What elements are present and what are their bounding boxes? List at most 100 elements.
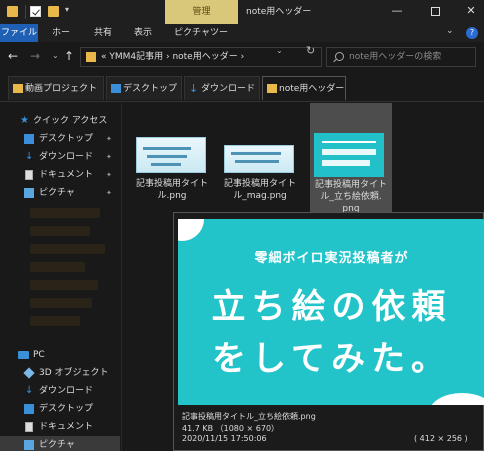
address-bar[interactable]: « YMM4記事用 › note用ヘッダー › bbox=[80, 47, 322, 67]
refresh-icon[interactable]: ↻ bbox=[306, 44, 315, 57]
sidebar-item-pictures[interactable]: ピクチャ ✦ bbox=[0, 184, 120, 202]
recent-locations-icon[interactable]: ⌄ bbox=[52, 51, 59, 60]
preview-date: 2020/11/15 17:50:06 bbox=[182, 434, 267, 443]
blurred-folder-item[interactable] bbox=[30, 280, 98, 290]
sidebar-item-pc[interactable]: PC bbox=[0, 346, 120, 364]
folder-tab-bar: 動画プロジェクト デスクトップ ↓ ダウンロード note用ヘッダー bbox=[0, 72, 484, 102]
expand-ribbon-icon[interactable]: ⌄ bbox=[446, 26, 454, 36]
file-name: 記事投稿用タイト ル_mag.png bbox=[223, 179, 296, 201]
thumbnail-text bbox=[143, 147, 191, 150]
3d-objects-icon bbox=[23, 367, 35, 379]
decorative-circle bbox=[178, 219, 204, 241]
thumbnail-text bbox=[322, 160, 370, 166]
decorative-circle bbox=[429, 393, 484, 405]
sidebar-item-pc-desktop[interactable]: デスクトップ bbox=[0, 400, 120, 418]
pin-icon[interactable]: ✦ bbox=[106, 184, 112, 202]
close-button[interactable]: ✕ bbox=[456, 0, 484, 24]
sidebar-item-label: クイック アクセス bbox=[33, 116, 108, 126]
blurred-folder-item[interactable] bbox=[30, 298, 92, 308]
breadcrumb[interactable]: « YMM4記事用 › note用ヘッダー › bbox=[101, 48, 244, 66]
folder-icon bbox=[7, 6, 18, 17]
properties-icon[interactable] bbox=[30, 6, 41, 17]
desktop-icon bbox=[24, 134, 34, 144]
preview-title-line2: をしてみた。 bbox=[212, 339, 451, 379]
window-title: note用ヘッダー bbox=[246, 7, 312, 17]
folder-tab-note-header[interactable]: note用ヘッダー bbox=[262, 76, 346, 100]
preview-title-line1: 立ち絵の依頼 bbox=[211, 287, 452, 327]
sidebar-item-pc-downloads[interactable]: ↓ ダウンロード bbox=[0, 382, 120, 400]
sidebar-item-desktop[interactable]: デスクトップ ✦ bbox=[0, 130, 120, 148]
sidebar-item-3d-objects[interactable]: 3D オブジェクト bbox=[0, 364, 120, 382]
sidebar-item-label: ピクチャ bbox=[39, 188, 75, 198]
sidebar-item-documents[interactable]: ドキュメント ✦ bbox=[0, 166, 120, 184]
computer-icon bbox=[18, 351, 29, 359]
navigation-bar: ← → ⌄ ↑ « YMM4記事用 › note用ヘッダー › ⌄ ↻ note… bbox=[0, 42, 484, 72]
download-icon: ↓ bbox=[189, 82, 199, 95]
desktop-icon bbox=[111, 84, 121, 93]
download-icon: ↓ bbox=[25, 385, 34, 396]
address-dropdown-icon[interactable]: ⌄ bbox=[276, 46, 283, 55]
sidebar-item-quick-access[interactable]: ★ クイック アクセス bbox=[0, 112, 120, 130]
desktop-icon bbox=[24, 404, 34, 414]
preview-tooltip: 零細ボイロ実況投稿者が 立ち絵の依頼 をしてみた。 記事投稿用タイトル_立ち絵依… bbox=[173, 212, 484, 451]
file-name: 記事投稿用タイト ル_立ち絵依頼. png bbox=[314, 180, 387, 214]
sidebar-item-label: デスクトップ bbox=[39, 404, 94, 414]
ribbon-tabs: ファイル ホーム 共有 表示 ピクチャツール ⌄ ? bbox=[0, 24, 484, 56]
folder-icon bbox=[13, 84, 23, 93]
sidebar-item-pc-pictures[interactable]: ピクチャ bbox=[0, 436, 120, 451]
help-icon[interactable]: ? bbox=[466, 27, 478, 39]
sidebar-item-label: 3D オブジェクト bbox=[39, 368, 109, 378]
folder-tab-downloads[interactable]: ↓ ダウンロード bbox=[184, 76, 260, 100]
preview-file-size: 41.7 KB （1080 × 670） bbox=[182, 424, 280, 433]
preview-display-size: ( 412 × 256 ) bbox=[414, 434, 468, 443]
folder-icon bbox=[267, 84, 277, 93]
sidebar-item-label: PC bbox=[33, 350, 45, 360]
minimize-button[interactable]: — bbox=[382, 0, 412, 24]
pin-icon[interactable]: ✦ bbox=[106, 130, 112, 148]
blurred-folder-item[interactable] bbox=[30, 244, 105, 254]
folder-tab-desktop[interactable]: デスクトップ bbox=[106, 76, 182, 100]
search-placeholder: note用ヘッダーの検索 bbox=[349, 52, 442, 62]
blurred-folder-item[interactable] bbox=[30, 226, 90, 236]
file-thumbnail bbox=[224, 145, 294, 173]
tab-file[interactable]: ファイル bbox=[0, 24, 38, 42]
sidebar-item-pc-documents[interactable]: ドキュメント bbox=[0, 418, 120, 436]
search-icon bbox=[335, 52, 344, 61]
pin-icon[interactable]: ✦ bbox=[106, 166, 112, 184]
blurred-folder-item[interactable] bbox=[30, 316, 80, 326]
folder-tab-label: note用ヘッダー bbox=[279, 84, 345, 94]
tab-home[interactable]: ホーム bbox=[48, 24, 74, 56]
preview-filename: 記事投稿用タイトル_立ち絵依頼.png bbox=[182, 412, 316, 421]
sidebar-item-label: ダウンロード bbox=[39, 386, 94, 396]
sidebar-item-label: デスクトップ bbox=[39, 134, 94, 144]
thumbnail-text bbox=[322, 149, 376, 155]
sidebar-item-label: ドキュメント bbox=[39, 422, 94, 432]
sidebar-item-label: ドキュメント bbox=[39, 170, 94, 180]
sidebar-item-downloads[interactable]: ↓ ダウンロード ✦ bbox=[0, 148, 120, 166]
up-arrow-icon[interactable]: ↑ bbox=[64, 49, 74, 63]
pictures-icon bbox=[24, 440, 34, 450]
thumbnail-text bbox=[235, 160, 279, 163]
manage-tab[interactable]: 管理 bbox=[165, 0, 238, 24]
file-name: 記事投稿用タイト ル.png bbox=[135, 179, 208, 201]
sidebar-item-label: ダウンロード bbox=[39, 152, 94, 162]
blurred-folder-item[interactable] bbox=[30, 262, 85, 272]
tab-picture-tools[interactable]: ピクチャツール bbox=[170, 24, 232, 56]
pin-icon[interactable]: ✦ bbox=[106, 148, 112, 166]
blurred-folder-item[interactable] bbox=[30, 208, 100, 218]
thumbnail-text bbox=[151, 163, 181, 166]
new-folder-icon[interactable] bbox=[48, 6, 59, 17]
tab-view[interactable]: 表示 bbox=[132, 24, 154, 42]
folder-tab-video-project[interactable]: 動画プロジェクト bbox=[8, 76, 104, 100]
pictures-icon bbox=[24, 188, 34, 198]
folder-tab-label: ダウンロード bbox=[201, 84, 256, 94]
back-arrow-icon[interactable]: ← bbox=[8, 49, 18, 63]
search-input[interactable]: note用ヘッダーの検索 bbox=[326, 47, 476, 67]
forward-arrow-icon[interactable]: → bbox=[30, 49, 40, 63]
document-icon bbox=[25, 170, 33, 180]
customize-toolbar-dropdown-icon[interactable]: ▾ bbox=[65, 5, 69, 14]
star-icon: ★ bbox=[20, 115, 29, 126]
maximize-button[interactable] bbox=[420, 0, 450, 24]
maximize-icon bbox=[430, 7, 440, 16]
tab-share[interactable]: 共有 bbox=[92, 24, 114, 42]
